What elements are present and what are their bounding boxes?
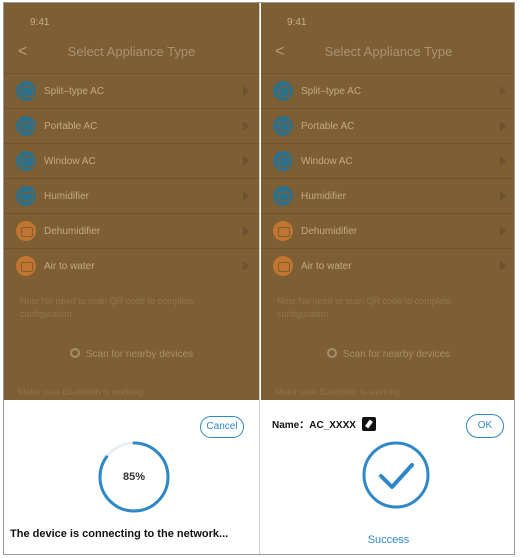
appliance-label: Air to water: [44, 260, 95, 272]
chevron-right-icon: [243, 121, 249, 131]
appliance-item[interactable]: Split–type AC: [261, 73, 514, 108]
chevron-right-icon: [500, 121, 506, 131]
appliance-item[interactable]: Split–type AC: [4, 73, 259, 108]
portable-ac-icon: [273, 116, 293, 136]
cancel-button[interactable]: Cancel: [200, 416, 244, 438]
note-text: Note:No need to scan QR code to complete…: [277, 296, 452, 319]
appliance-label: Window AC: [301, 155, 353, 167]
page-title: Select Appliance Type: [67, 44, 196, 59]
success-label: Success: [367, 534, 410, 546]
appliance-item[interactable]: Humidifier: [261, 178, 514, 213]
chevron-right-icon: [500, 191, 506, 201]
window-ac-icon: [273, 151, 293, 171]
appliance-list: Split–type AC Portable AC Window AC Humidif…: [4, 73, 259, 283]
dimmed-background: 9:41 < Select Appliance Type Split–type …: [261, 3, 514, 400]
window-ac-icon: [16, 151, 36, 171]
appliance-label: Portable AC: [301, 120, 355, 132]
appliance-item[interactable]: Air to water: [261, 248, 514, 283]
scan-nearby-button[interactable]: Scan for nearby devices: [4, 345, 259, 385]
chevron-right-icon: [500, 226, 506, 236]
scan-label: Scan for nearby devices: [342, 349, 451, 360]
ok-button[interactable]: OK: [466, 414, 504, 438]
phone-success: 9:41 < Select Appliance Type Split–type …: [261, 3, 514, 554]
chevron-right-icon: [243, 261, 249, 271]
appliance-label: Split–type AC: [301, 85, 362, 97]
device-name-label: Name：AC_XXXX: [272, 420, 356, 431]
chevron-right-icon: [243, 191, 249, 201]
appliance-item[interactable]: Portable AC: [261, 108, 514, 143]
appliance-item[interactable]: Window AC: [261, 143, 514, 178]
status-bar: 9:41: [287, 17, 307, 28]
appliance-label: Humidifier: [44, 190, 90, 202]
page-title: Select Appliance Type: [324, 44, 453, 59]
chevron-right-icon: [243, 86, 249, 96]
back-arrow-icon[interactable]: <: [18, 39, 27, 65]
chevron-right-icon: [500, 86, 506, 96]
split-ac-icon: [273, 81, 293, 101]
appliance-list: Split–type AC Portable AC Window AC Humidif…: [261, 73, 514, 283]
chevron-right-icon: [243, 226, 249, 236]
connecting-sheet: Cancel 85% The device is connecting to t…: [4, 400, 259, 554]
edit-icon[interactable]: [361, 417, 376, 431]
dimmed-background: 9:41 < Select Appliance Type Split–type …: [4, 3, 259, 400]
connecting-message: The device is connecting to the network.…: [10, 528, 229, 540]
back-arrow-icon[interactable]: <: [275, 39, 284, 65]
scan-icon: [326, 348, 337, 358]
chevron-right-icon: [500, 156, 506, 166]
status-bar: 9:41: [30, 17, 50, 28]
air-to-water-icon: [16, 256, 36, 276]
nav-bar: < Select Appliance Type: [261, 39, 514, 73]
scan-nearby-button[interactable]: Scan for nearby devices: [261, 345, 514, 385]
success-sheet: Name：AC_XXXX OK Success: [261, 400, 514, 554]
chevron-right-icon: [500, 261, 506, 271]
portable-ac-icon: [16, 116, 36, 136]
note-text: Note:No need to scan QR code to complete…: [20, 296, 195, 319]
appliance-label: Air to water: [301, 260, 352, 272]
screenshot-frame: 9:41 < Select Appliance Type Split–type …: [3, 2, 515, 555]
scan-icon: [69, 348, 80, 358]
progress-percent: 85%: [122, 471, 146, 483]
phone-connecting: 9:41 < Select Appliance Type Split–type …: [4, 3, 260, 554]
appliance-item[interactable]: Humidifier: [4, 178, 259, 213]
progress-ring: 85%: [96, 439, 172, 515]
nav-bar: < Select Appliance Type: [4, 39, 259, 73]
appliance-label: Dehumidifier: [301, 225, 358, 237]
appliance-item[interactable]: Dehumidifier: [261, 213, 514, 248]
appliance-item[interactable]: Window AC: [4, 143, 259, 178]
appliance-label: Portable AC: [44, 120, 98, 132]
appliance-label: Dehumidifier: [44, 225, 101, 237]
appliance-item[interactable]: Dehumidifier: [4, 213, 259, 248]
appliance-item[interactable]: Air to water: [4, 248, 259, 283]
appliance-item[interactable]: Portable AC: [4, 108, 259, 143]
humidifier-icon: [16, 186, 36, 206]
chevron-right-icon: [243, 156, 249, 166]
appliance-label: Humidifier: [301, 190, 347, 202]
air-to-water-icon: [273, 256, 293, 276]
scan-label: Scan for nearby devices: [85, 349, 194, 360]
bluetooth-hint: Make sure Bluetooth is working: [18, 387, 144, 397]
humidifier-icon: [273, 186, 293, 206]
dehumidifier-icon: [273, 221, 293, 241]
bluetooth-hint: Make sure Bluetooth is working: [275, 387, 401, 397]
appliance-label: Split–type AC: [44, 85, 105, 97]
success-check-icon: [361, 440, 431, 510]
split-ac-icon: [16, 81, 36, 101]
device-name: Name：AC_XXXX: [272, 416, 376, 431]
appliance-label: Window AC: [44, 155, 96, 167]
dehumidifier-icon: [16, 221, 36, 241]
